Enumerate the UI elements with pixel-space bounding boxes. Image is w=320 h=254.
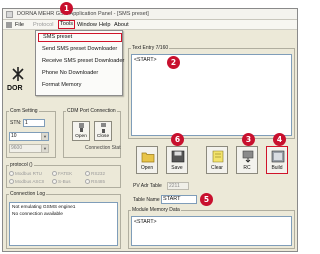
open-button[interactable]: Open <box>136 146 158 174</box>
step-badge-6: 6 <box>171 133 184 146</box>
step-badge-2: 2 <box>167 56 180 69</box>
table-name-label: Table Name <box>133 197 160 203</box>
module-memory-area: <START> <box>131 216 292 246</box>
open-port-label: Open <box>75 134 87 139</box>
logo-text: DOR <box>7 85 23 92</box>
baud-select[interactable]: 9600 ▼ <box>9 144 49 153</box>
menu-item-receive-sms-preset-downloader[interactable]: Receive SMS preset Downloader <box>42 58 124 64</box>
unplug-icon <box>101 123 106 133</box>
baud-value: 9600 <box>11 145 23 151</box>
text-entry-area[interactable]: <START> <box>131 54 292 136</box>
rc-button[interactable]: RC <box>236 146 258 174</box>
radio-s-bus[interactable]: S-Bus <box>52 179 71 185</box>
port-select[interactable]: 10 ▼ <box>9 132 49 141</box>
close-port-button[interactable]: Close <box>94 121 112 141</box>
menu-tools[interactable]: Tools <box>58 20 76 29</box>
pv-adr-table-label: PV Adr Table <box>133 183 162 189</box>
open-button-label: Open <box>140 165 154 171</box>
title-bar: DORNA MEHR GSM Application Panel - [SMS … <box>3 9 297 20</box>
save-button-label: Save <box>171 165 183 171</box>
menu-item-format-memory[interactable]: Format Memory <box>42 82 81 88</box>
connection-log-legend: Connection Log <box>10 191 46 197</box>
menu-item-send-sms-preset-downloader[interactable]: Send SMS preset Downloader <box>42 46 117 52</box>
menu-protocol[interactable]: Protocol <box>33 22 54 28</box>
download-icon <box>242 150 254 163</box>
document-icon <box>6 22 12 28</box>
connection-log-text: Not emulating GSMS engine1 No connection… <box>9 202 118 246</box>
character-counter: 7/160 <box>155 45 169 51</box>
connection-status: Connection Stat <box>85 145 121 151</box>
save-button[interactable]: Save <box>166 146 188 174</box>
clear-button[interactable]: Clear <box>206 146 228 174</box>
menu-item-sms-preset[interactable]: SMS preset <box>38 33 122 42</box>
open-port-button[interactable]: Open <box>72 121 90 141</box>
build-button-label: Build <box>271 165 283 171</box>
app-icon <box>6 11 13 18</box>
logo-icon <box>12 67 24 81</box>
menu-bar: File Protocol Tools Window Help About <box>3 20 297 30</box>
tools-dropdown-menu: SMS preset Send SMS preset Downloader Re… <box>35 30 124 96</box>
window-title: DORNA MEHR GSM Application Panel - [SMS … <box>17 11 149 17</box>
step-badge-3: 3 <box>242 133 255 146</box>
floppy-disk-icon <box>171 150 185 163</box>
menu-about[interactable]: About <box>114 22 129 28</box>
radio-modbus-rtu[interactable]: Modbus RTU <box>9 171 42 177</box>
radio-rs485[interactable]: RS485 <box>85 179 105 185</box>
table-name-input[interactable]: START <box>161 195 197 204</box>
build-button[interactable]: Build <box>266 146 288 174</box>
rc-button-label: RC <box>243 165 251 171</box>
protocol-legend: protocol () <box>10 162 33 168</box>
build-icon <box>271 150 285 163</box>
stn-input[interactable]: 1 <box>23 119 45 127</box>
note-icon <box>212 150 224 163</box>
stn-label: STN: <box>10 120 22 126</box>
radio-fatek[interactable]: FATEK <box>52 171 72 177</box>
application-window: DORNA MEHR GSM Application Panel - [SMS … <box>2 8 298 252</box>
com-setting-legend: Com Setting <box>10 108 38 114</box>
step-badge-5: 5 <box>200 193 213 206</box>
step-badge-4: 4 <box>273 133 286 146</box>
radio-modbus-ascii[interactable]: Modbus ASCII <box>9 179 44 185</box>
close-port-label: Close <box>96 134 110 139</box>
menu-window[interactable]: Window <box>77 22 97 28</box>
plug-icon <box>79 123 84 132</box>
text-entry-legend: Text Entry 7/160 <box>132 45 169 51</box>
chevron-down-icon: ▼ <box>41 145 48 152</box>
menu-help[interactable]: Help <box>99 22 111 28</box>
menu-item-phone-no-downloader[interactable]: Phone No Downloader <box>42 70 98 76</box>
module-memory-legend: Module Memory Data <box>132 207 180 213</box>
chevron-down-icon: ▼ <box>41 133 48 140</box>
pv-adr-table-input[interactable]: 2211 <box>167 182 189 190</box>
port-value: 10 <box>11 133 17 139</box>
clear-button-label: Clear <box>211 165 223 171</box>
step-badge-1: 1 <box>60 2 73 15</box>
radio-rs232[interactable]: RS232 <box>85 171 105 177</box>
menu-file[interactable]: File <box>15 22 24 28</box>
cdm-port-legend: CDM Port Connection <box>67 108 116 114</box>
folder-icon <box>141 152 155 163</box>
company-logo: DOR <box>7 67 29 101</box>
